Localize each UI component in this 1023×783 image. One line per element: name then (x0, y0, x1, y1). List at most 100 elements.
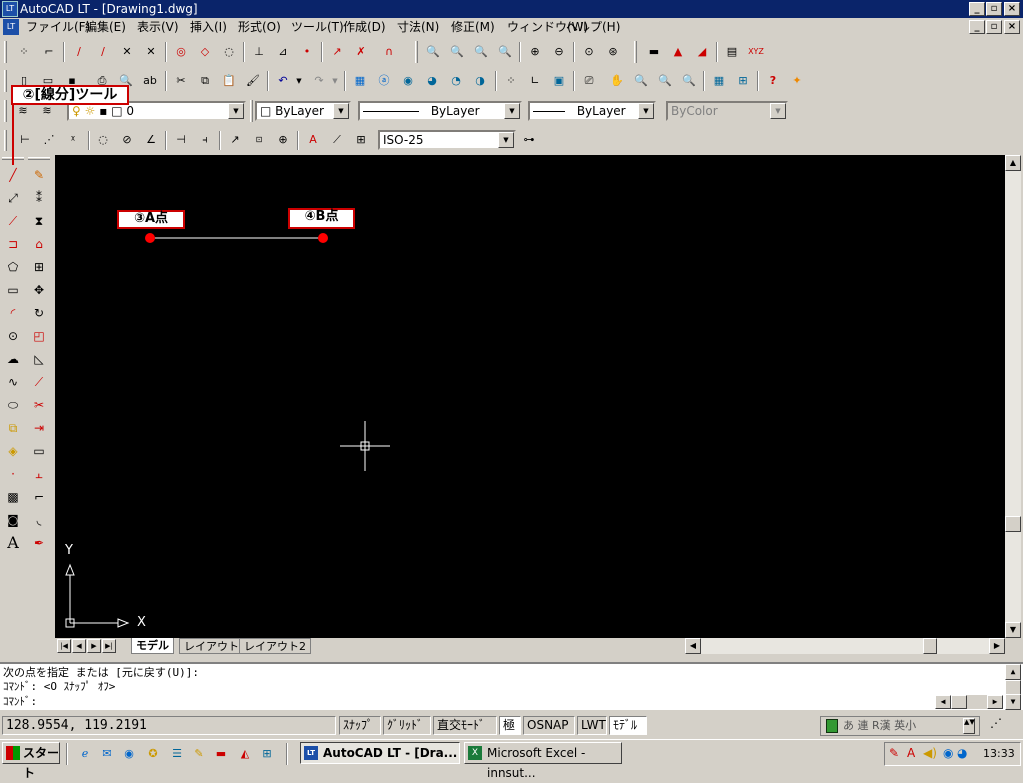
color-dropdown[interactable]: □ ByLayer ▼ (255, 101, 351, 121)
trim-icon[interactable]: ✂ (28, 394, 50, 416)
next-tab-icon[interactable]: ▶ (87, 639, 101, 653)
copy-icon[interactable]: ⧉ (196, 72, 214, 90)
redo-dropdown-icon[interactable]: ▼ (326, 72, 344, 90)
prev-tab-icon[interactable]: ◀ (72, 639, 86, 653)
restore-button[interactable]: ▫ (986, 2, 1002, 16)
undo-dropdown-icon[interactable]: ▼ (290, 72, 308, 90)
snap-node-icon[interactable]: • (298, 43, 316, 61)
snap-nearest-icon[interactable]: ↗ (328, 43, 346, 61)
scale-icon[interactable]: ◰ (28, 325, 50, 347)
insert-block-icon[interactable]: ⧉ (2, 417, 24, 439)
osnap-toggle[interactable]: OSNAP (523, 716, 575, 735)
menu-tools[interactable]: ツール(T) (291, 19, 344, 35)
linetype-dropdown[interactable]: ByLayer ▼ (358, 101, 522, 121)
dimension-style-icon[interactable]: ⊶ (520, 131, 538, 149)
dim-update-icon[interactable]: ⊞ (352, 131, 370, 149)
horizontal-scrollbar[interactable]: ◀ ▶ (685, 638, 1005, 654)
scroll-thumb[interactable] (1005, 516, 1021, 532)
zoom-all-icon[interactable]: ⊙ (580, 43, 598, 61)
rotate-icon[interactable]: ↻ (28, 302, 50, 324)
document-icon[interactable]: LT (3, 19, 19, 35)
snap-apparent-icon[interactable]: ✕ (118, 43, 136, 61)
network-icon[interactable]: ⊞ (258, 745, 276, 763)
explode-icon[interactable]: ✒ (28, 532, 50, 554)
chamfer-icon[interactable]: ⌐ (28, 486, 50, 508)
lengthen-icon[interactable]: ⟋ (28, 371, 50, 393)
snap-extension-icon[interactable]: ✕ (142, 43, 160, 61)
menu-format[interactable]: 形式(O) (238, 19, 281, 35)
ime-mode-icon[interactable]: A (907, 746, 915, 760)
meet-now-icon[interactable]: ◑ (471, 72, 489, 90)
dim-ordinate-icon[interactable]: ᵡ (64, 131, 82, 149)
match-properties-icon[interactable]: 🖌 (244, 72, 262, 90)
snap-endpoint-icon[interactable]: ⌐ (40, 43, 58, 61)
dim-text-edit-icon[interactable]: ⟋ (328, 131, 346, 149)
drawing-canvas[interactable]: Y X ③A点 ④B点 (55, 155, 1005, 638)
polyline-icon[interactable]: ⟋ (2, 210, 24, 232)
hatch-icon[interactable]: ▩ (2, 486, 24, 508)
menu-file[interactable]: ファイル(F) (26, 19, 90, 35)
last-tab-icon[interactable]: ▶| (102, 639, 116, 653)
menu-dimension[interactable]: 寸法(N) (397, 19, 439, 35)
hyperlink-icon[interactable]: ◉ (399, 72, 417, 90)
help-icon[interactable]: ? (764, 72, 782, 90)
zoom-previous-icon[interactable]: 🔍 (680, 72, 698, 90)
menu-edit[interactable]: 編集(E) (85, 19, 126, 35)
snap-toggle[interactable]: ｽﾅｯﾌﾟ (339, 716, 381, 735)
stretch-icon[interactable]: ◺ (28, 348, 50, 370)
zoom-window-std-icon[interactable]: 🔍 (656, 72, 674, 90)
zoom-center-icon[interactable]: 🔍 (496, 43, 514, 61)
ime-icon[interactable] (826, 719, 838, 733)
dim-aligned-icon[interactable]: ▲ (669, 43, 687, 61)
hscroll-thumb[interactable] (923, 638, 937, 654)
doc-restore-button[interactable]: ▫ (986, 20, 1002, 34)
vertical-scrollbar[interactable]: ▲ ▼ (1005, 155, 1021, 638)
polygon-icon[interactable]: ⬠ (2, 256, 24, 278)
leader-icon[interactable]: ↗ (226, 131, 244, 149)
outlook-express-icon[interactable]: ✉ (98, 745, 116, 763)
zoom-in-icon[interactable]: ⊕ (526, 43, 544, 61)
scroll-left-icon[interactable]: ◀ (935, 695, 951, 709)
tray-app-icon[interactable]: ◕ (957, 746, 967, 760)
revision-cloud-icon[interactable]: ☁ (2, 348, 24, 370)
ellipse-icon[interactable]: ⬭ (2, 394, 24, 416)
make-block-icon[interactable]: ◈ (2, 440, 24, 462)
dim-aligned-tool-icon[interactable]: ⋰ (40, 131, 58, 149)
move-icon[interactable]: ✥ (28, 279, 50, 301)
ortho-toggle[interactable]: 直交ﾓｰﾄﾞ (433, 716, 497, 735)
doc-close-button[interactable]: × (1004, 20, 1020, 34)
construction-line-icon[interactable]: ⤢ (2, 187, 24, 209)
rectangle-tool-icon[interactable]: ▭ (2, 279, 24, 301)
tolerance-icon[interactable]: ⊡ (250, 131, 268, 149)
zoom-extents-icon[interactable]: ⊛ (604, 43, 622, 61)
snap-intersection-icon[interactable]: ∕ (94, 43, 112, 61)
realtime-zoom-pan-icon[interactable]: ✋ (608, 72, 626, 90)
scroll-down-icon[interactable]: ▼ (1005, 622, 1021, 638)
scroll-left-icon[interactable]: ◀ (685, 638, 701, 654)
network-tray-icon[interactable]: ◉ (943, 746, 953, 760)
coordinates-display[interactable]: 128.9554, 119.2191 (2, 716, 336, 735)
minimize-button[interactable]: _ (969, 2, 985, 16)
command-window[interactable]: 次の点を指定 または [元に戻す(U)]: ｺﾏﾝﾄﾞ: <O ｽﾅｯﾌﾟ ｵﾌ… (0, 662, 1023, 710)
menu-insert[interactable]: 挿入(I) (190, 19, 227, 35)
circle-icon[interactable]: ⊙ (2, 325, 24, 347)
today-icon[interactable]: ◕ (423, 72, 441, 90)
close-button[interactable]: × (1004, 2, 1020, 16)
point-snap-icon[interactable]: ⁘ (502, 72, 520, 90)
snap-parallel-icon[interactable]: ⊿ (274, 43, 292, 61)
autocad-online-icon[interactable]: ⓐ (375, 72, 393, 90)
zoom-out-icon[interactable]: ⊖ (550, 43, 568, 61)
publish-icon[interactable]: ◔ (447, 72, 465, 90)
arc-icon[interactable]: ◜ (2, 302, 24, 324)
whats-new-icon[interactable]: ✦ (788, 72, 806, 90)
tab-model[interactable]: モデル (131, 638, 174, 654)
lineweight-dropdown[interactable]: ByLayer ▼ (528, 101, 656, 121)
design-center-icon[interactable]: ▦ (351, 72, 369, 90)
snap-from-icon[interactable]: ⁘ (15, 43, 33, 61)
multiline-text-icon[interactable]: A (2, 532, 24, 554)
dim-angular-icon[interactable]: ∠ (142, 131, 160, 149)
spline-icon[interactable]: ∿ (2, 371, 24, 393)
paste-icon[interactable]: 📋 (220, 72, 238, 90)
task-autocad[interactable]: LT AutoCAD LT - [Dra... (300, 742, 460, 764)
menu-help[interactable]: ヘルプ(H) (566, 19, 620, 35)
